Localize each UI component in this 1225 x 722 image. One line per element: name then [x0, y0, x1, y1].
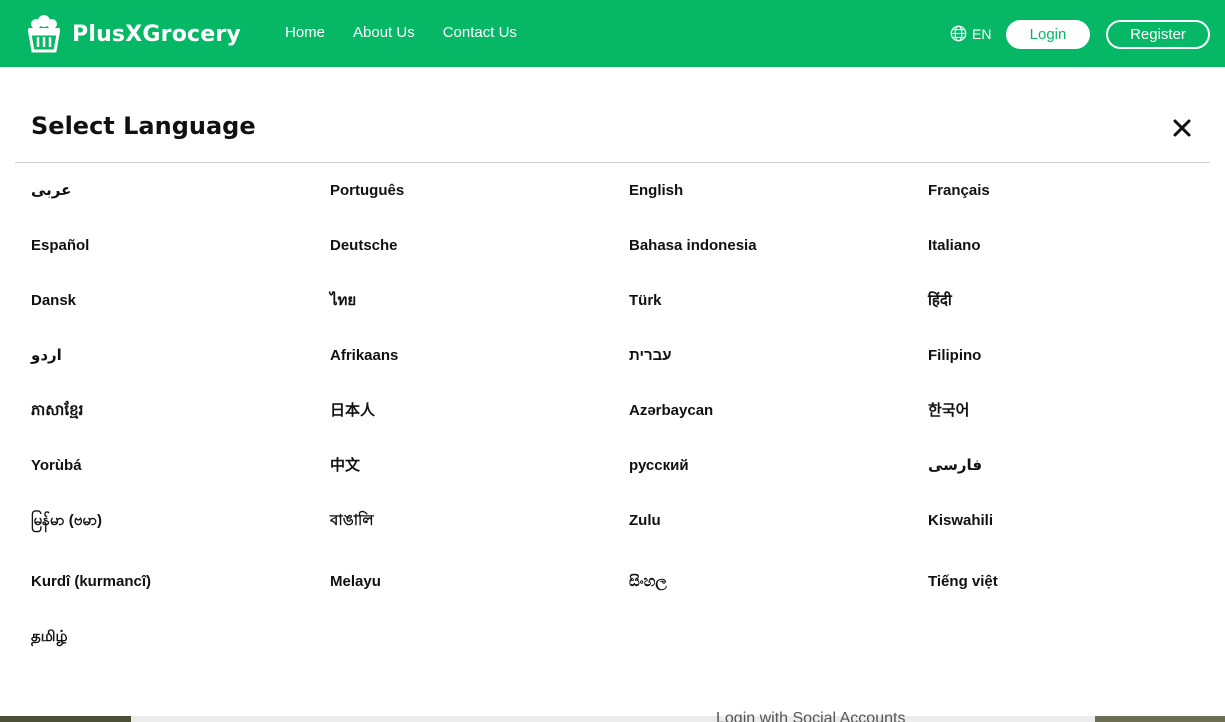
- language-option[interactable]: 日本人: [330, 398, 629, 453]
- language-option[interactable]: Português: [330, 178, 629, 233]
- language-modal-header: Select Language: [15, 98, 1210, 163]
- language-option[interactable]: Filipino: [928, 343, 1208, 398]
- language-option[interactable]: हिंदी: [928, 288, 1208, 343]
- language-option[interactable]: Tiếng việt: [928, 569, 1208, 624]
- top-navbar: PlusXGrocery Home About Us Contact Us EN…: [0, 0, 1225, 67]
- language-option[interactable]: မြန်မာ (ဗမာ): [31, 508, 330, 569]
- language-option[interactable]: Bahasa indonesia: [629, 233, 928, 288]
- background-page-strip: [0, 716, 1225, 722]
- login-button[interactable]: Login: [1006, 20, 1090, 49]
- language-option[interactable]: ไทย: [330, 288, 629, 343]
- language-option[interactable]: Français: [928, 178, 1208, 233]
- language-option[interactable]: עברית: [629, 343, 928, 398]
- register-button[interactable]: Register: [1106, 20, 1210, 49]
- language-option[interactable]: Español: [31, 233, 330, 288]
- language-option[interactable]: ភាសាខ្មែរ: [31, 398, 330, 453]
- language-option[interactable]: Azərbaycan: [629, 398, 928, 453]
- grocery-basket-icon: [28, 15, 60, 53]
- nav-contact-us[interactable]: Contact Us: [443, 24, 517, 41]
- language-option[interactable]: اردو: [31, 343, 330, 398]
- language-option[interactable]: русский: [629, 453, 928, 508]
- language-option[interactable]: Deutsche: [330, 233, 629, 288]
- language-option[interactable]: Afrikaans: [330, 343, 629, 398]
- language-option[interactable]: Melayu: [330, 569, 629, 624]
- language-option[interactable]: 한국어: [928, 398, 1208, 453]
- language-switcher[interactable]: EN: [950, 25, 991, 42]
- close-icon: [1173, 119, 1191, 137]
- language-option[interactable]: Dansk: [31, 288, 330, 343]
- main-nav: Home About Us Contact Us: [285, 24, 517, 41]
- language-option[interactable]: Zulu: [629, 508, 928, 569]
- language-option[interactable]: தமிழ்: [31, 624, 330, 679]
- social-login-text: Login with Social Accounts: [716, 710, 906, 722]
- nav-home[interactable]: Home: [285, 24, 325, 41]
- nav-about-us[interactable]: About Us: [353, 24, 415, 41]
- language-option[interactable]: Türk: [629, 288, 928, 343]
- language-option[interactable]: عربى: [31, 178, 330, 233]
- background-image-right: [1095, 716, 1225, 722]
- brand-name: PlusXGrocery: [72, 21, 241, 47]
- globe-icon: [950, 25, 967, 42]
- language-option[interactable]: English: [629, 178, 928, 233]
- background-image-left: [0, 716, 131, 722]
- language-option[interactable]: Italiano: [928, 233, 1208, 288]
- close-modal-button[interactable]: [1170, 116, 1194, 140]
- language-option[interactable]: বাঙালি: [330, 508, 629, 569]
- language-list: عربى Português English Français Español …: [31, 178, 1211, 679]
- modal-title: Select Language: [31, 112, 256, 140]
- brand-logo[interactable]: PlusXGrocery: [24, 14, 241, 54]
- language-code: EN: [972, 25, 992, 42]
- language-option[interactable]: Yorùbá: [31, 453, 330, 508]
- language-option[interactable]: සිංහල: [629, 569, 928, 624]
- language-option[interactable]: Kiswahili: [928, 508, 1208, 569]
- language-option[interactable]: فارسی: [928, 453, 1208, 508]
- language-option[interactable]: 中文: [330, 453, 629, 508]
- language-option[interactable]: Kurdî (kurmancî): [31, 569, 330, 624]
